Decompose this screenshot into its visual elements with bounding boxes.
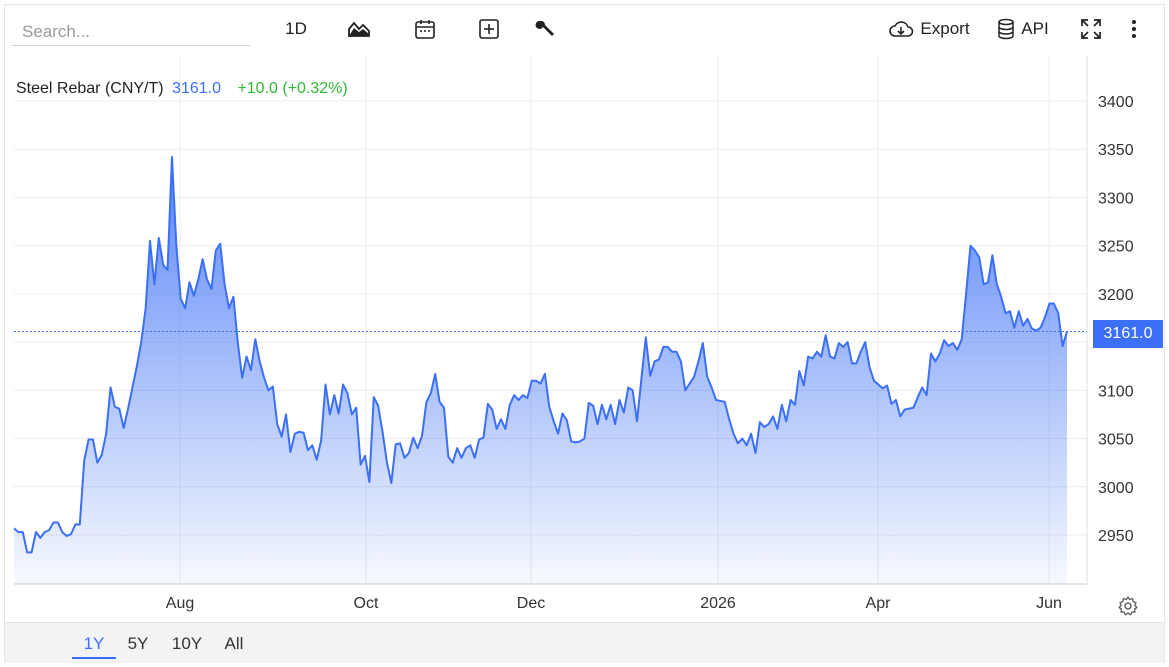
price-area (14, 156, 1067, 584)
y-tick-label: 2950 (1098, 528, 1134, 545)
legend-value: 3161.0 (172, 80, 221, 97)
range-all-button[interactable]: All (217, 631, 251, 657)
y-tick-label: 3200 (1098, 287, 1134, 304)
y-tick-label: 3250 (1098, 239, 1134, 256)
range-5y-button[interactable]: 5Y (121, 631, 155, 657)
x-tick-label: 2026 (700, 595, 736, 612)
range-1y-button[interactable]: 1Y (72, 631, 116, 659)
y-tick-label: 3000 (1098, 480, 1134, 497)
chart-legend: Steel Rebar (CNY/T) 3161.0 +10.0 (+0.32%… (16, 80, 348, 98)
y-tick-label: 3300 (1098, 190, 1134, 207)
last-price-tag: 3161.0 (1093, 320, 1163, 348)
price-chart: 2950300030503100315032003250330033503400… (13, 56, 1134, 612)
x-tick-label: Aug (166, 595, 194, 612)
y-tick-label: 3050 (1098, 432, 1134, 449)
y-tick-label: 3350 (1098, 142, 1134, 159)
y-tick-label: 3400 (1098, 94, 1134, 111)
x-tick-label: Oct (354, 595, 379, 612)
legend-change: +10.0 (+0.32%) (237, 80, 348, 97)
x-tick-label: Jun (1036, 595, 1062, 612)
gear-icon[interactable] (1117, 595, 1139, 622)
x-tick-label: Apr (866, 595, 892, 612)
range-10y-button[interactable]: 10Y (165, 631, 209, 657)
range-selector: 1Y 5Y 10Y All (5, 622, 1164, 663)
x-tick-label: Dec (517, 595, 545, 612)
y-tick-label: 3100 (1098, 383, 1134, 400)
legend-name: Steel Rebar (CNY/T) (16, 80, 164, 97)
